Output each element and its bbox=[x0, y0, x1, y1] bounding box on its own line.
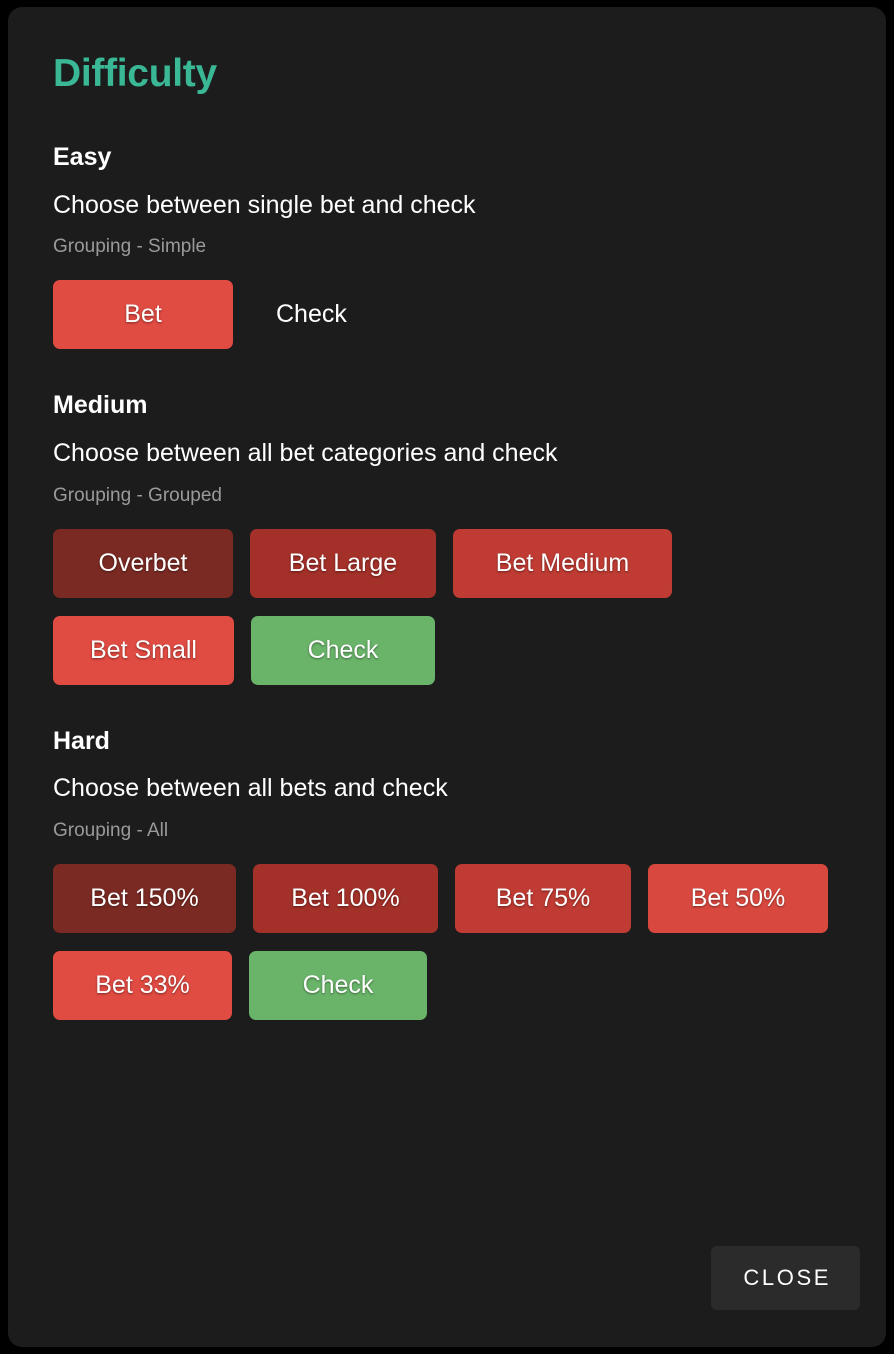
section-description: Choose between single bet and check bbox=[53, 190, 476, 219]
section-grouping-label: Grouping - All bbox=[53, 820, 169, 842]
difficulty-sections: Easy Choose between single bet and check G… bbox=[53, 143, 846, 1020]
close-button[interactable]: CLOSE bbox=[711, 1246, 860, 1310]
action-button[interactable]: Bet Small bbox=[53, 615, 234, 685]
action-button[interactable]: Bet Medium bbox=[453, 528, 672, 598]
section-grouping-label: Grouping - Grouped bbox=[53, 484, 222, 506]
action-button[interactable]: Bet 50% bbox=[648, 863, 828, 933]
dialog-footer: CLOSE bbox=[8, 1237, 886, 1347]
section-grouping-label: Grouping - Simple bbox=[53, 236, 207, 258]
action-button[interactable]: Check bbox=[251, 615, 435, 685]
action-button[interactable]: Bet 75% bbox=[455, 863, 631, 933]
action-button-row: Bet Check bbox=[53, 280, 846, 350]
action-button[interactable]: Overbet bbox=[53, 528, 233, 598]
section-name: Medium bbox=[53, 391, 148, 420]
action-button[interactable]: Bet 100% bbox=[253, 863, 438, 933]
action-button[interactable]: Check bbox=[250, 280, 373, 349]
action-button-row: Bet 150% Bet 100% Bet 75% Bet 50% Bet 33% Che… bbox=[53, 863, 846, 1020]
action-button[interactable]: Check bbox=[249, 950, 427, 1020]
action-button[interactable]: Bet 150% bbox=[53, 863, 236, 933]
dialog-title: Difficulty bbox=[53, 52, 217, 95]
section-name: Easy bbox=[53, 142, 112, 171]
difficulty-section: Hard Choose between all bets and check Gro… bbox=[53, 727, 846, 1020]
difficulty-section: Medium Choose between all bet categories … bbox=[53, 391, 846, 685]
action-button[interactable]: Bet bbox=[53, 280, 233, 350]
action-button[interactable]: Bet 33% bbox=[53, 950, 232, 1020]
difficulty-dialog: Difficulty Easy Choose between single bet… bbox=[8, 7, 886, 1347]
section-name: Hard bbox=[53, 726, 110, 755]
section-description: Choose between all bets and check bbox=[53, 774, 448, 803]
difficulty-section: Easy Choose between single bet and check G… bbox=[53, 142, 846, 350]
dialog-content: Difficulty Easy Choose between single bet… bbox=[8, 7, 886, 1020]
section-description: Choose between all bet categories and ch… bbox=[53, 438, 558, 467]
action-button[interactable]: Bet Large bbox=[250, 528, 436, 598]
action-button-row: Overbet Bet Large Bet Medium Bet Small Check bbox=[53, 528, 846, 685]
